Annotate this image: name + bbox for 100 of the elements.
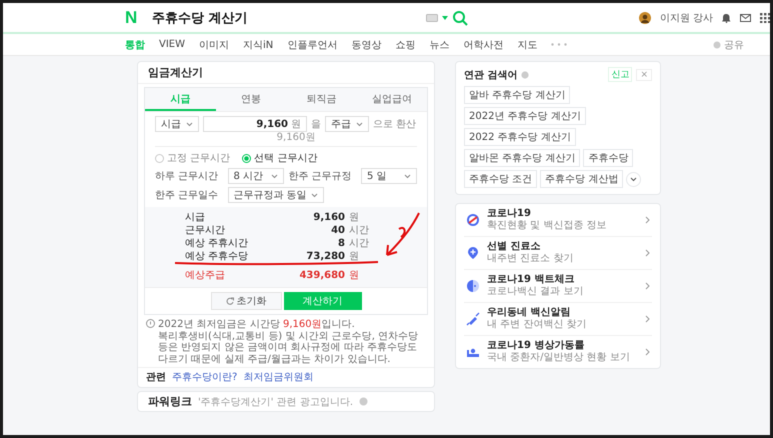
service-item[interactable]: 코로나19 확진현황 및 백신접종 정보 [464,204,652,237]
amount-input[interactable]: 9,160 원 [203,116,307,132]
apps-grid-icon[interactable] [760,12,770,22]
result-value: 439,680 [298,270,345,282]
keyword-chip[interactable]: 주휴수당 조건 [464,170,538,188]
share-link[interactable]: 공유 [724,38,744,52]
section-description: '주휴수당계산기' 관련 광고입니다. [198,396,354,408]
calculator-tab[interactable]: 실업급여 [356,88,427,111]
related-link[interactable]: 주휴수당이란? [172,370,238,384]
keyword-chip[interactable]: 주휴수당 계산법 [540,170,624,188]
half-circle-icon [466,279,480,293]
section-title: 파워링크 [148,394,192,409]
more-dots-icon[interactable] [551,43,568,46]
result-unit: 원 [348,270,360,282]
service-title: 선별 진료소 [487,241,542,253]
map-pin-icon [466,246,480,260]
keyword-chip[interactable]: 알바 주휴수당 계산기 [464,86,570,104]
chevron-right-icon [645,282,650,290]
nav-tab[interactable]: 이미지 [199,38,229,52]
chevron-right-icon [645,348,650,356]
user-name[interactable]: 이지원 강사 [660,10,713,24]
search-icon[interactable] [452,10,468,26]
chevron-down-icon [310,192,318,198]
service-subtitle: 확진현황 및 백신접종 정보 [487,220,608,232]
unit-dropdown[interactable]: 시급 [155,116,199,132]
keyword-chip[interactable]: 2022 주휴수당 계산기 [464,128,576,146]
mail-icon[interactable] [740,14,751,22]
service-title: 코로나19 백트체크 [487,274,576,286]
service-item[interactable]: 우리동네 백신알림 내 주변 잔여백신 찾기 [464,303,652,336]
bell-icon[interactable] [722,12,731,22]
service-subtitle: 코로나백신 결과 보기 [487,286,584,298]
keyword-chip[interactable]: 2022년 주휴수당 계산기 [464,107,586,125]
service-item[interactable]: 선별 진료소 내주변 진료소 찾기 [464,237,652,270]
service-subtitle: 국내 중환자/일반병상 현황 보기 [487,352,631,364]
result-unit: 원 [348,212,360,224]
notice-text: 2022년 최저임금은 시간당 9,160원입니다. [158,319,356,330]
chevron-down-icon [186,122,193,126]
service-title: 코로나19 [487,208,532,220]
result-value: 73,280 [305,251,345,263]
value-dropdown[interactable]: 5 일 [361,168,417,184]
result-label: 예상 주휴시간 [185,238,250,250]
value-dropdown[interactable]: 8 시간 [228,168,284,184]
refresh-icon [226,297,234,305]
field-label: 하루 근무시간 [155,170,220,183]
radio-label[interactable]: 선택 근무시간 [254,151,318,165]
chevron-right-icon [645,249,650,257]
chevron-down-icon [270,174,278,178]
calculator-title: 임금계산기 [138,62,434,84]
particle-label: 을 [311,118,321,131]
keyword-chip[interactable]: 주휴수당 [583,149,634,167]
nav-tab[interactable]: 지식iN [243,38,274,52]
related-label: 관련 [146,371,166,384]
nav-tab[interactable]: VIEW [159,39,185,50]
result-value: 8 [337,238,345,250]
radio-button[interactable] [155,154,164,162]
caret-icon[interactable] [442,16,448,20]
unit-dropdown[interactable]: 주급 [325,116,369,132]
service-item[interactable]: 코로나19 백트체크 코로나백신 결과 보기 [464,270,652,303]
chevron-right-icon [645,216,650,224]
keyword-chip[interactable]: 알바몬 주휴수당 계산기 [464,149,580,167]
avatar-icon[interactable] [638,12,651,24]
result-label: 근무시간 [185,225,226,237]
nav-tab[interactable]: 쇼핑 [395,38,416,52]
nav-tab[interactable]: 지도 [517,38,538,52]
value-dropdown[interactable]: 근무규정과 동일 [228,187,324,203]
result-label: 시급 [185,212,206,224]
service-subtitle: 내주변 진료소 찾기 [487,253,574,265]
calculator-tab[interactable]: 퇴직금 [286,88,356,111]
nav-tab[interactable]: 인플루언서 [287,38,338,52]
amount-hint: 9,160원 [276,132,316,144]
search-query[interactable]: 주휴수당 계산기 [152,8,426,26]
result-value: 9,160 [312,212,345,224]
result-label: 예상주급 [185,270,226,282]
service-title: 코로나19 병상가동률 [487,340,586,352]
expand-button[interactable] [626,172,642,186]
section-title: 연관 검색어 [464,68,518,82]
service-title: 우리동네 백신알림 [487,307,572,319]
radio-button[interactable] [242,154,252,162]
result-unit: 시간 [348,238,370,250]
notice-detail: 복리후생비(식대,교통비 등) 및 시간외 근로수당, 연차수당 등은 반영되지 않은 금액이며 회사규정에 따라 주휴수당도 다르기 때문에 실제 주급/월급과는 차이가 있습니다. [158,330,420,365]
field-label: 한주 근무일수 [155,189,220,202]
related-link[interactable]: 최저임금위원회 [243,370,314,384]
calculator-tab[interactable]: 연봉 [216,88,286,111]
chevron-down-icon [630,176,638,182]
nav-tab[interactable]: 어학사전 [463,38,504,52]
field-label: 한주 근무규정 [288,170,353,183]
chevron-down-icon [404,174,411,178]
chevron-down-icon [356,122,363,126]
result-label: 예상 주휴수당 [185,251,250,263]
nav-tab[interactable]: 동영상 [351,38,382,52]
nav-tab[interactable]: 뉴스 [429,38,450,52]
result-unit: 원 [348,251,360,263]
service-subtitle: 내 주변 잔여백신 찾기 [487,319,588,331]
chevron-right-icon [645,315,650,323]
convert-label: 으로 환산 [373,118,416,131]
reset-button[interactable]: 초기화 [210,292,282,310]
service-item[interactable]: 코로나19 병상가동률 국내 중환자/일반병상 현황 보기 [464,336,652,368]
syringe-icon [466,312,480,326]
result-unit: 시간 [348,225,370,237]
radio-label[interactable]: 고정 근무시간 [167,151,230,165]
